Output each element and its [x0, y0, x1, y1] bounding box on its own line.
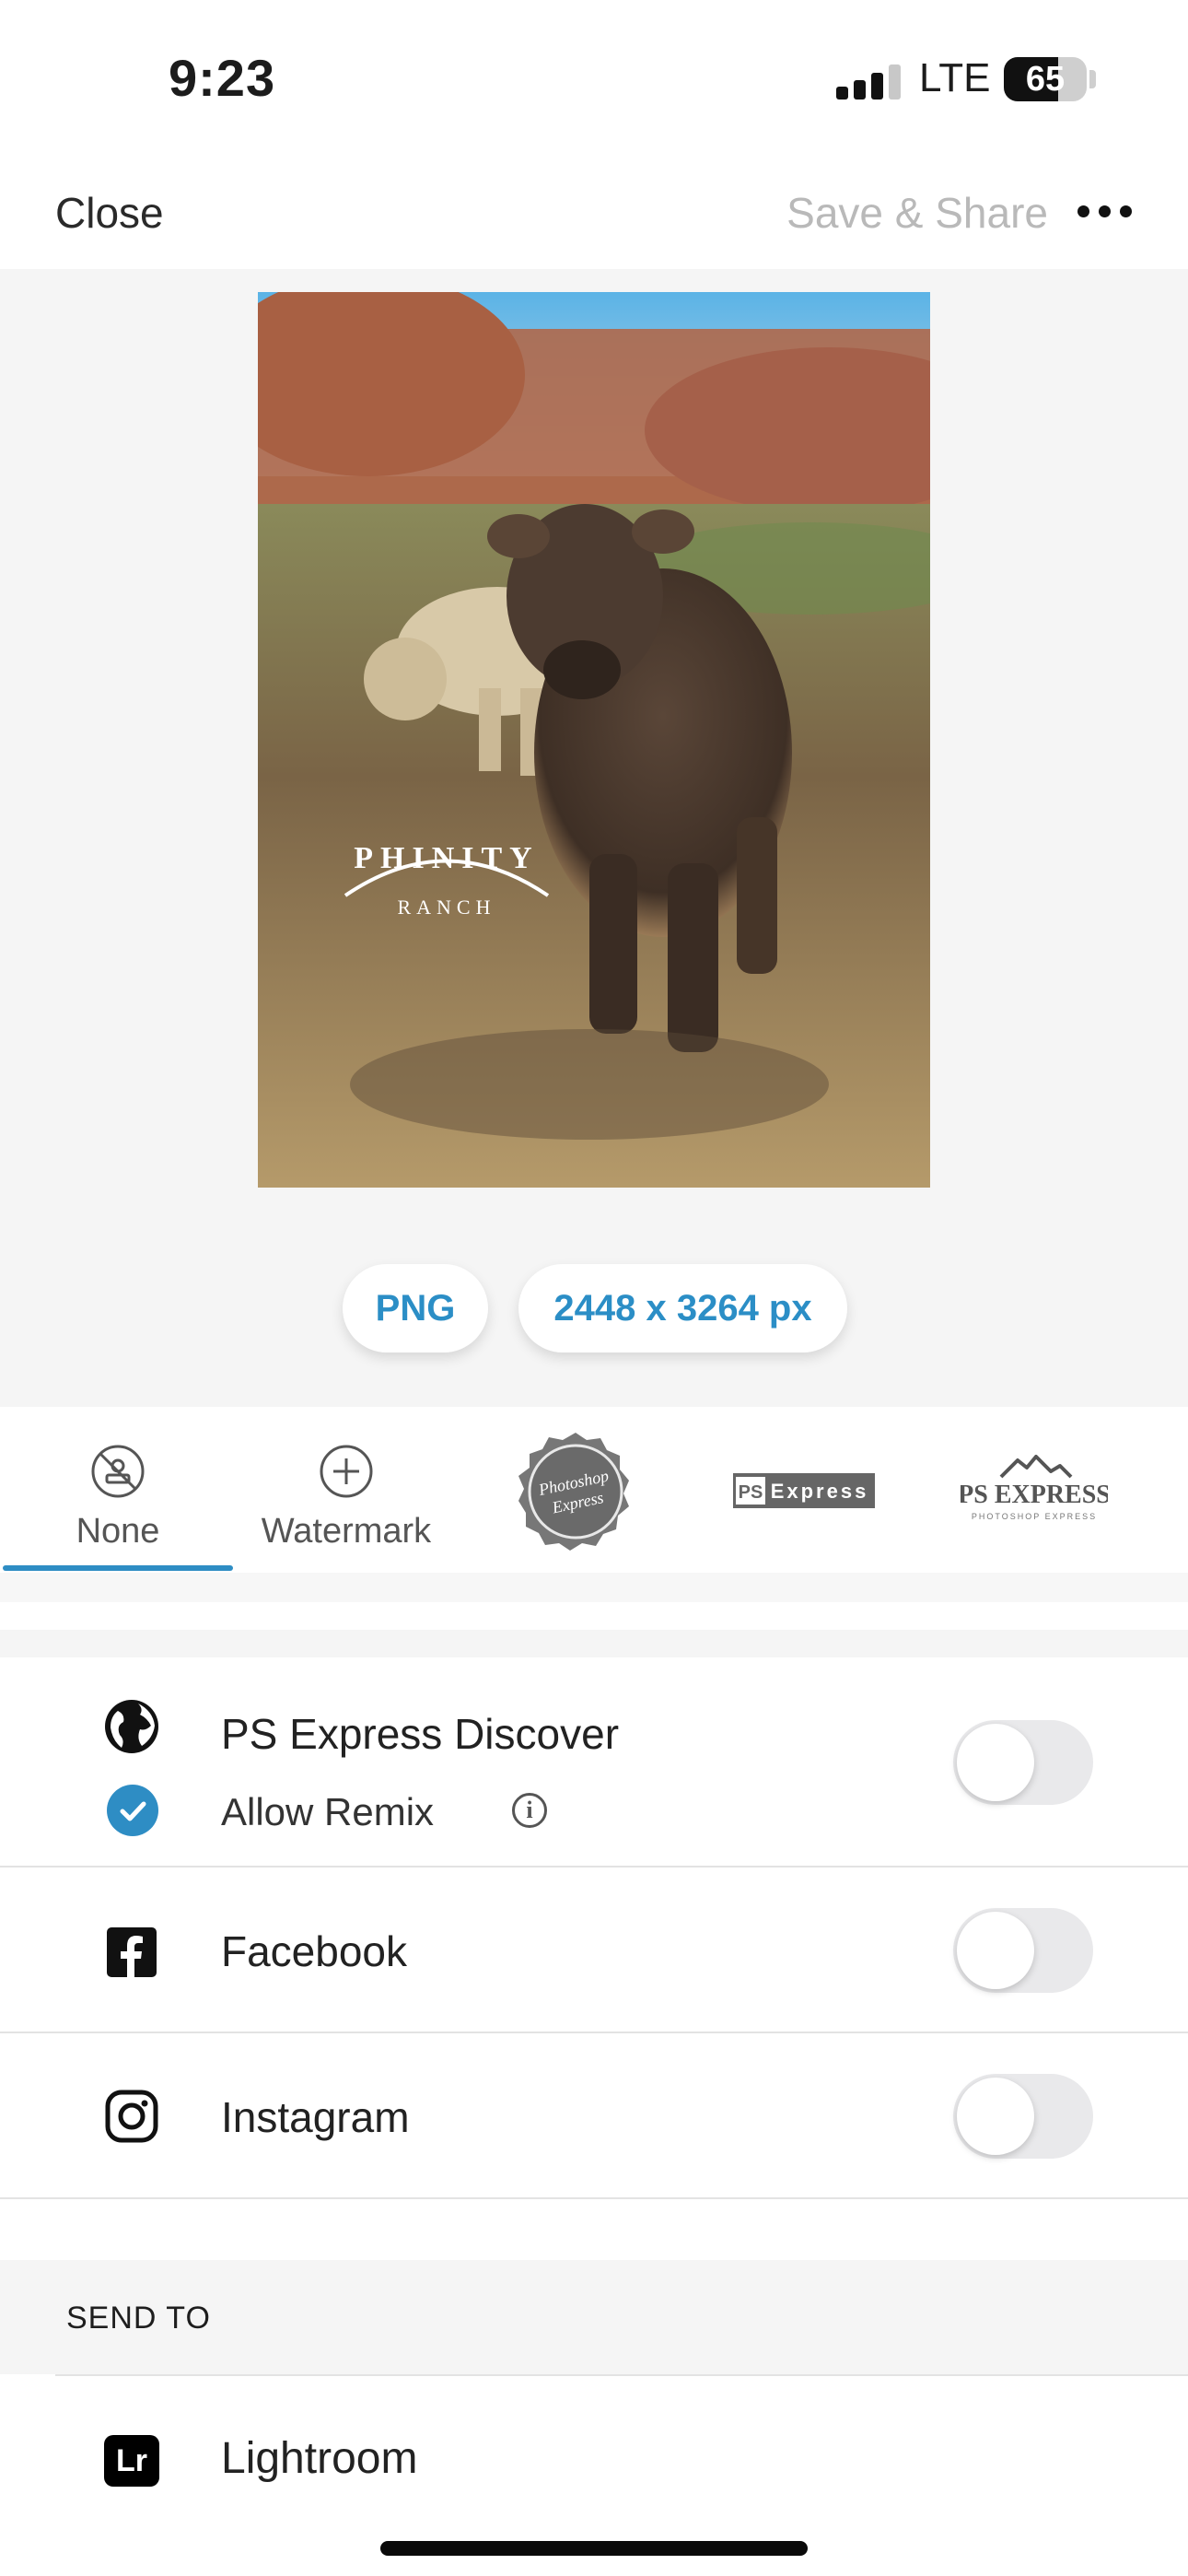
lightroom-icon: Lr [104, 2435, 159, 2487]
allow-remix-label: Allow Remix [221, 1790, 435, 1833]
checkmark-icon [120, 1801, 146, 1821]
facebook-toggle[interactable] [953, 1908, 1093, 1993]
photo-preview[interactable]: PHINITY RANCH [258, 292, 930, 1188]
ps-express-mountain-logo: PS EXPRESS PHOTOSHOP EXPRESS [961, 1455, 1108, 1521]
network-type: LTE [919, 55, 991, 100]
share-row-instagram: Instagram [0, 2033, 1188, 2199]
ps-express-banner-logo: PS Express [733, 1473, 875, 1508]
add-circle-icon [320, 1445, 373, 1498]
home-indicator[interactable] [380, 2541, 808, 2556]
format-chip[interactable]: PNG [343, 1264, 488, 1352]
close-button[interactable]: Close [55, 188, 164, 238]
battery-percent: 65 [1025, 60, 1066, 99]
watermark-option-add[interactable]: Watermark [236, 1407, 457, 1573]
preview-area: PHINITY RANCH PNG 2448 x 3264 px [0, 269, 1188, 1407]
share-row-discover: PS Express Discover Allow Remix i [0, 1657, 1188, 1868]
battery-icon: 65 [1004, 57, 1087, 101]
cellular-signal-icon [836, 63, 901, 100]
status-bar: 9:23 LTE 65 [0, 0, 1188, 157]
banner-ps: PS [739, 1482, 763, 1503]
watermark-option-seal[interactable]: Photoshop Express [465, 1407, 686, 1573]
facebook-icon [107, 1927, 157, 1977]
photoshop-express-seal-logo: Photoshop Express [518, 1433, 629, 1551]
send-to-title: SEND TO [66, 2301, 211, 2336]
discover-toggle[interactable] [953, 1720, 1093, 1805]
section-spacer [0, 1602, 1188, 1630]
send-to-header: SEND TO [0, 2260, 1188, 2374]
mountain-title: PS EXPRESS [961, 1481, 1108, 1509]
globe-icon [105, 1700, 158, 1753]
ellipsis-icon[interactable] [1077, 197, 1142, 225]
watermark-option-mountain[interactable]: PS EXPRESS PHOTOSHOP EXPRESS [924, 1407, 1145, 1573]
facebook-label: Facebook [221, 1927, 408, 1975]
instagram-label: Instagram [221, 2093, 410, 2141]
send-to-lightroom[interactable]: Lr Lightroom [0, 2376, 1188, 2487]
discover-label: PS Express Discover [221, 1710, 620, 1758]
section-divider [0, 1573, 1188, 1602]
section-spacer [0, 2199, 1188, 2260]
share-row-facebook: Facebook [0, 1868, 1188, 2033]
watermark-option-label: None [76, 1512, 160, 1551]
lightroom-label: Lightroom [221, 2434, 418, 2483]
save-share-button[interactable]: Save & Share [786, 188, 1048, 238]
watermark-option-none[interactable]: None [7, 1407, 228, 1573]
mountain-sub: PHOTOSHOP EXPRESS [972, 1512, 1097, 1521]
selected-tab-indicator [3, 1565, 233, 1571]
watermark-option-label: Watermark [261, 1512, 432, 1551]
allow-remix-checkbox[interactable] [107, 1785, 158, 1836]
top-nav: Close Save & Share [0, 157, 1188, 269]
no-watermark-icon [91, 1445, 145, 1498]
banner-word: Express [771, 1480, 869, 1503]
info-icon[interactable]: i [512, 1793, 547, 1828]
dimensions-chip[interactable]: 2448 x 3264 px [518, 1264, 847, 1352]
watermark-line1: PHINITY [354, 841, 539, 875]
battery-cap [1089, 70, 1096, 88]
instagram-toggle[interactable] [953, 2074, 1093, 2159]
watermark-line2: RANCH [397, 896, 495, 919]
watermark-option-banner[interactable]: PS Express [693, 1407, 914, 1573]
status-time: 9:23 [169, 49, 276, 107]
instagram-icon [105, 2090, 158, 2143]
section-divider [0, 1630, 1188, 1657]
watermark-options: None Watermark Photoshop Express PS Expr… [0, 1407, 1188, 1573]
